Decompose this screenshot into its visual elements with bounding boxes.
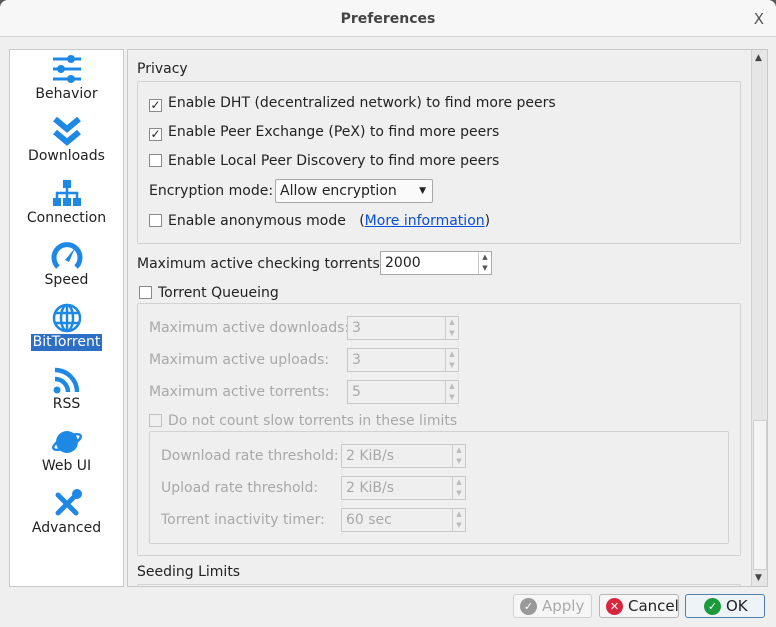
checkbox-checked[interactable]: ✓ — [149, 128, 162, 141]
slow-label: Do not count slow torrents in these limi… — [168, 413, 458, 429]
check-icon: ✓ — [704, 598, 721, 615]
dl-threshold-spinbox[interactable]: 2 KiB/s ▲ ▼ — [341, 444, 466, 468]
inactivity-label: Torrent inactivity timer: — [161, 512, 325, 528]
value: 2 KiB/s — [346, 448, 395, 464]
value: 60 sec — [346, 512, 392, 528]
speedometer-icon — [51, 242, 82, 269]
sidebar-item-bittorrent[interactable]: BitTorrent — [10, 302, 123, 351]
checkbox-checked[interactable]: ✓ — [149, 99, 162, 112]
seeding-limits-group — [137, 584, 741, 586]
checking-torrents-spinbox[interactable]: 2000 ▲ ▼ — [380, 251, 492, 275]
close-button[interactable]: X — [754, 0, 764, 38]
checkbox-unchecked[interactable] — [149, 154, 162, 167]
checking-label: Maximum active checking torrents: — [137, 256, 385, 272]
encryption-value: Allow encryption — [280, 183, 397, 199]
scroll-down-arrow[interactable]: ▼ — [755, 573, 762, 583]
vertical-scrollbar[interactable]: ▲ ▼ — [751, 50, 767, 586]
max-torrents-spinbox[interactable]: 5 ▲ ▼ — [347, 380, 459, 404]
window-title: Preferences — [340, 11, 436, 27]
settings-scroll-area[interactable]: Privacy ✓ Enable DHT (decentralized netwo… — [127, 49, 768, 587]
value: 2 KiB/s — [346, 480, 395, 496]
max-torrents-label: Maximum active torrents: — [149, 384, 330, 400]
max-downloads-label: Maximum active downloads: — [149, 320, 350, 336]
torrent-queueing-checkbox[interactable]: Torrent Queueing — [139, 285, 279, 301]
sidebar-item-rss[interactable]: RSS — [10, 364, 123, 413]
sidebar-item-label: Connection — [26, 210, 107, 226]
max-downloads-spinbox[interactable]: 3 ▲ ▼ — [347, 316, 459, 340]
sidebar-item-advanced[interactable]: Advanced — [10, 488, 123, 537]
chevron-down-icon: ▼ — [419, 186, 426, 196]
value: 5 — [352, 384, 361, 400]
ok-button[interactable]: ✓ OK — [685, 594, 765, 618]
value: 3 — [352, 352, 361, 368]
check-icon: ✓ — [520, 598, 537, 615]
queueing-label: Torrent Queueing — [158, 285, 279, 301]
globe-icon — [52, 303, 81, 333]
pex-checkbox[interactable]: ✓ Enable Peer Exchange (PeX) to find more… — [149, 124, 499, 141]
scrollbar-thumb[interactable] — [753, 420, 767, 570]
sidebar-item-label: Web UI — [41, 458, 92, 474]
checkbox-unchecked[interactable] — [149, 214, 162, 227]
sliders-icon — [52, 55, 81, 83]
checkbox-unchecked[interactable] — [149, 414, 162, 427]
sidebar-item-speed[interactable]: Speed — [10, 240, 123, 289]
label: Cancel — [628, 597, 679, 615]
scroll-up-arrow[interactable]: ▲ — [755, 53, 762, 63]
planet-icon — [51, 431, 82, 453]
sidebar-item-behavior[interactable]: Behavior — [10, 54, 123, 103]
apply-button[interactable]: ✓ Apply — [513, 594, 592, 618]
checking-value: 2000 — [385, 255, 421, 271]
checkbox-unchecked[interactable] — [139, 286, 152, 299]
rss-icon — [53, 367, 79, 394]
inactivity-spinbox[interactable]: 60 sec ▲ ▼ — [341, 508, 466, 532]
seeding-limits-title: Seeding Limits — [137, 564, 241, 580]
more-information-link[interactable]: More information — [365, 213, 485, 229]
sidebar-item-label: Behavior — [35, 86, 98, 102]
pex-label: Enable Peer Exchange (PeX) to find more … — [168, 124, 500, 140]
sidebar-item-label: BitTorrent — [30, 334, 103, 351]
dht-label: Enable DHT (decentralized network) to fi… — [168, 95, 556, 111]
privacy-group-title: Privacy — [137, 61, 188, 77]
value: 3 — [352, 320, 361, 336]
encryption-mode-select[interactable]: Allow encryption ▼ — [275, 179, 433, 203]
tools-icon — [55, 489, 82, 516]
x-icon: ✕ — [606, 598, 623, 615]
dht-checkbox[interactable]: ✓ Enable DHT (decentralized network) to f… — [149, 95, 556, 112]
double-chevron-down-icon — [52, 116, 81, 146]
sidebar-item-label: Speed — [44, 272, 89, 288]
sidebar-item-downloads[interactable]: Downloads — [10, 116, 123, 165]
ul-threshold-spinbox[interactable]: 2 KiB/s ▲ ▼ — [341, 476, 466, 500]
cancel-button[interactable]: ✕ Cancel — [599, 594, 679, 618]
sidebar-item-label: Downloads — [28, 148, 105, 164]
lpd-checkbox[interactable]: Enable Local Peer Discovery to find more… — [149, 153, 499, 169]
sidebar-item-label: Advanced — [31, 520, 102, 536]
slow-torrents-checkbox[interactable]: Do not count slow torrents in these limi… — [149, 413, 457, 429]
max-uploads-label: Maximum active uploads: — [149, 352, 330, 368]
ul-threshold-label: Upload rate threshold: — [161, 480, 319, 496]
anonymous-label: Enable anonymous mode — [168, 213, 346, 229]
preferences-window: Preferences X Behavior Downloads Connect… — [0, 0, 776, 627]
dl-threshold-label: Download rate threshold: — [161, 448, 339, 464]
encryption-label: Encryption mode: — [149, 183, 274, 199]
max-uploads-spinbox[interactable]: 3 ▲ ▼ — [347, 348, 459, 372]
label: Apply — [542, 597, 585, 615]
sidebar-item-webui[interactable]: Web UI — [10, 426, 123, 475]
network-icon — [52, 180, 81, 206]
paren: ) — [484, 213, 491, 229]
sidebar-item-label: RSS — [52, 396, 81, 412]
lpd-label: Enable Local Peer Discovery to find more… — [168, 153, 500, 169]
anonymous-mode-checkbox[interactable]: Enable anonymous mode (More information) — [149, 213, 490, 229]
title-bar: Preferences X — [0, 0, 776, 37]
sidebar: Behavior Downloads Connection Speed BitT… — [9, 49, 124, 587]
sidebar-item-connection[interactable]: Connection — [10, 178, 123, 227]
